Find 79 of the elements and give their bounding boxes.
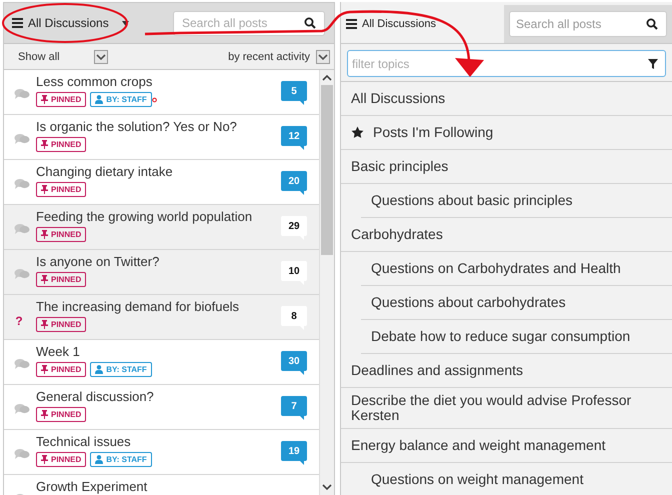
discussion-icon — [14, 178, 30, 190]
topic-item[interactable]: Questions on Carbohydrates and Health — [361, 252, 672, 286]
filter-dropdown-label: Show all — [18, 50, 60, 62]
sort-dropdown[interactable] — [316, 50, 330, 64]
staff-tag: BY: STAFF — [90, 92, 152, 107]
topic-item[interactable]: Questions about basic principles — [361, 184, 672, 218]
person-icon — [95, 95, 104, 104]
staff-tag: BY: STAFF — [90, 362, 152, 377]
pin-icon — [41, 185, 48, 194]
sort-dropdown-label: by recent activity — [228, 50, 310, 62]
topic-item[interactable]: Describe the diet you would advise Professor Kersten — [341, 388, 672, 429]
thread-title: Is anyone on Twitter? — [36, 254, 160, 270]
filter-icon — [648, 59, 658, 69]
pinned-tag: PINNED — [36, 92, 86, 107]
discussion-icon — [14, 358, 30, 370]
scroll-up-icon[interactable] — [322, 73, 332, 83]
pinned-tag: PINNED — [36, 362, 86, 377]
topic-item[interactable]: Questions on weight management — [361, 463, 672, 495]
thread-row[interactable]: Is anyone on Twitter? PINNED 10 — [4, 250, 319, 295]
question-icon: ? — [14, 314, 24, 328]
topic-item[interactable]: Debate how to reduce sugar consumption — [361, 320, 672, 354]
thread-title: Feeding the growing world population — [36, 209, 254, 225]
filter-field[interactable]: filter topics — [347, 50, 666, 77]
topic-item[interactable]: Posts I'm Following — [341, 116, 672, 150]
pinned-tag: PINNED — [36, 182, 86, 197]
discussion-icon — [14, 223, 30, 235]
search-field[interactable]: Search all posts — [509, 11, 667, 37]
discussion-icon — [14, 448, 30, 460]
pinned-tag: PINNED — [36, 272, 86, 287]
discussion-icon — [14, 268, 30, 280]
thread-title: Less common crops — [36, 74, 154, 90]
pinned-tag: PINNED — [36, 407, 86, 422]
thread-title: Week 1 — [36, 344, 81, 360]
pinned-tag: PINNED — [36, 317, 86, 332]
pin-icon — [41, 230, 48, 239]
scrollbar-thumb[interactable] — [321, 85, 333, 255]
thread-title: General discussion? — [36, 389, 155, 405]
thread-row[interactable]: Feeding the growing world population PINNED 29 — [4, 205, 319, 250]
pinned-tag: PINNED — [36, 137, 86, 152]
thread-title: Changing dietary intake — [36, 164, 174, 180]
thread-title: Growth Experiment — [36, 479, 148, 495]
thread-title: The increasing demand for biofuels — [36, 299, 240, 315]
search-icon[interactable] — [646, 18, 658, 30]
pinned-tag: PINNED — [36, 452, 86, 467]
chevron-icon — [96, 54, 106, 60]
pin-icon — [41, 275, 48, 284]
discussion-icon — [14, 403, 30, 415]
discussion-icon — [14, 88, 30, 100]
topic-item[interactable]: Energy balance and weight management — [341, 429, 672, 463]
topic-menu-button[interactable]: All Discussions — [12, 14, 129, 32]
search-icon[interactable] — [304, 16, 316, 28]
thread-title: Is organic the solution? Yes or No? — [36, 119, 238, 135]
chevron-icon — [318, 54, 328, 60]
topic-menu-button[interactable]: All Discussions — [341, 5, 504, 43]
person-icon — [95, 455, 104, 464]
topic-item[interactable]: Deadlines and assignments — [341, 354, 672, 388]
topic-item[interactable]: Questions about carbohydrates — [361, 286, 672, 320]
topic-item[interactable]: Basic principles — [341, 150, 672, 184]
pin-icon — [41, 140, 48, 149]
menu-icon — [12, 18, 23, 28]
thread-title: Technical issues — [36, 434, 132, 450]
caret-icon — [122, 20, 129, 26]
pinned-tag: PINNED — [36, 227, 86, 242]
staff-tag: BY: STAFF — [90, 452, 152, 467]
pin-icon — [41, 320, 48, 329]
discussion-icon — [14, 133, 30, 145]
menu-icon — [346, 19, 357, 29]
person-icon — [95, 365, 104, 374]
star-icon — [351, 126, 364, 139]
scroll-down-icon[interactable] — [322, 482, 332, 492]
pin-icon — [41, 95, 48, 104]
pin-icon — [41, 410, 48, 419]
thread-row[interactable]: ? The increasing demand for biofuels PINNED 8 — [4, 295, 319, 340]
topic-item[interactable]: All Discussions — [341, 82, 672, 116]
pin-icon — [41, 365, 48, 374]
filter-dropdown[interactable] — [94, 50, 108, 64]
pin-icon — [41, 455, 48, 464]
topic-item[interactable]: Carbohydrates — [341, 218, 672, 252]
annotation-dot — [152, 98, 157, 102]
